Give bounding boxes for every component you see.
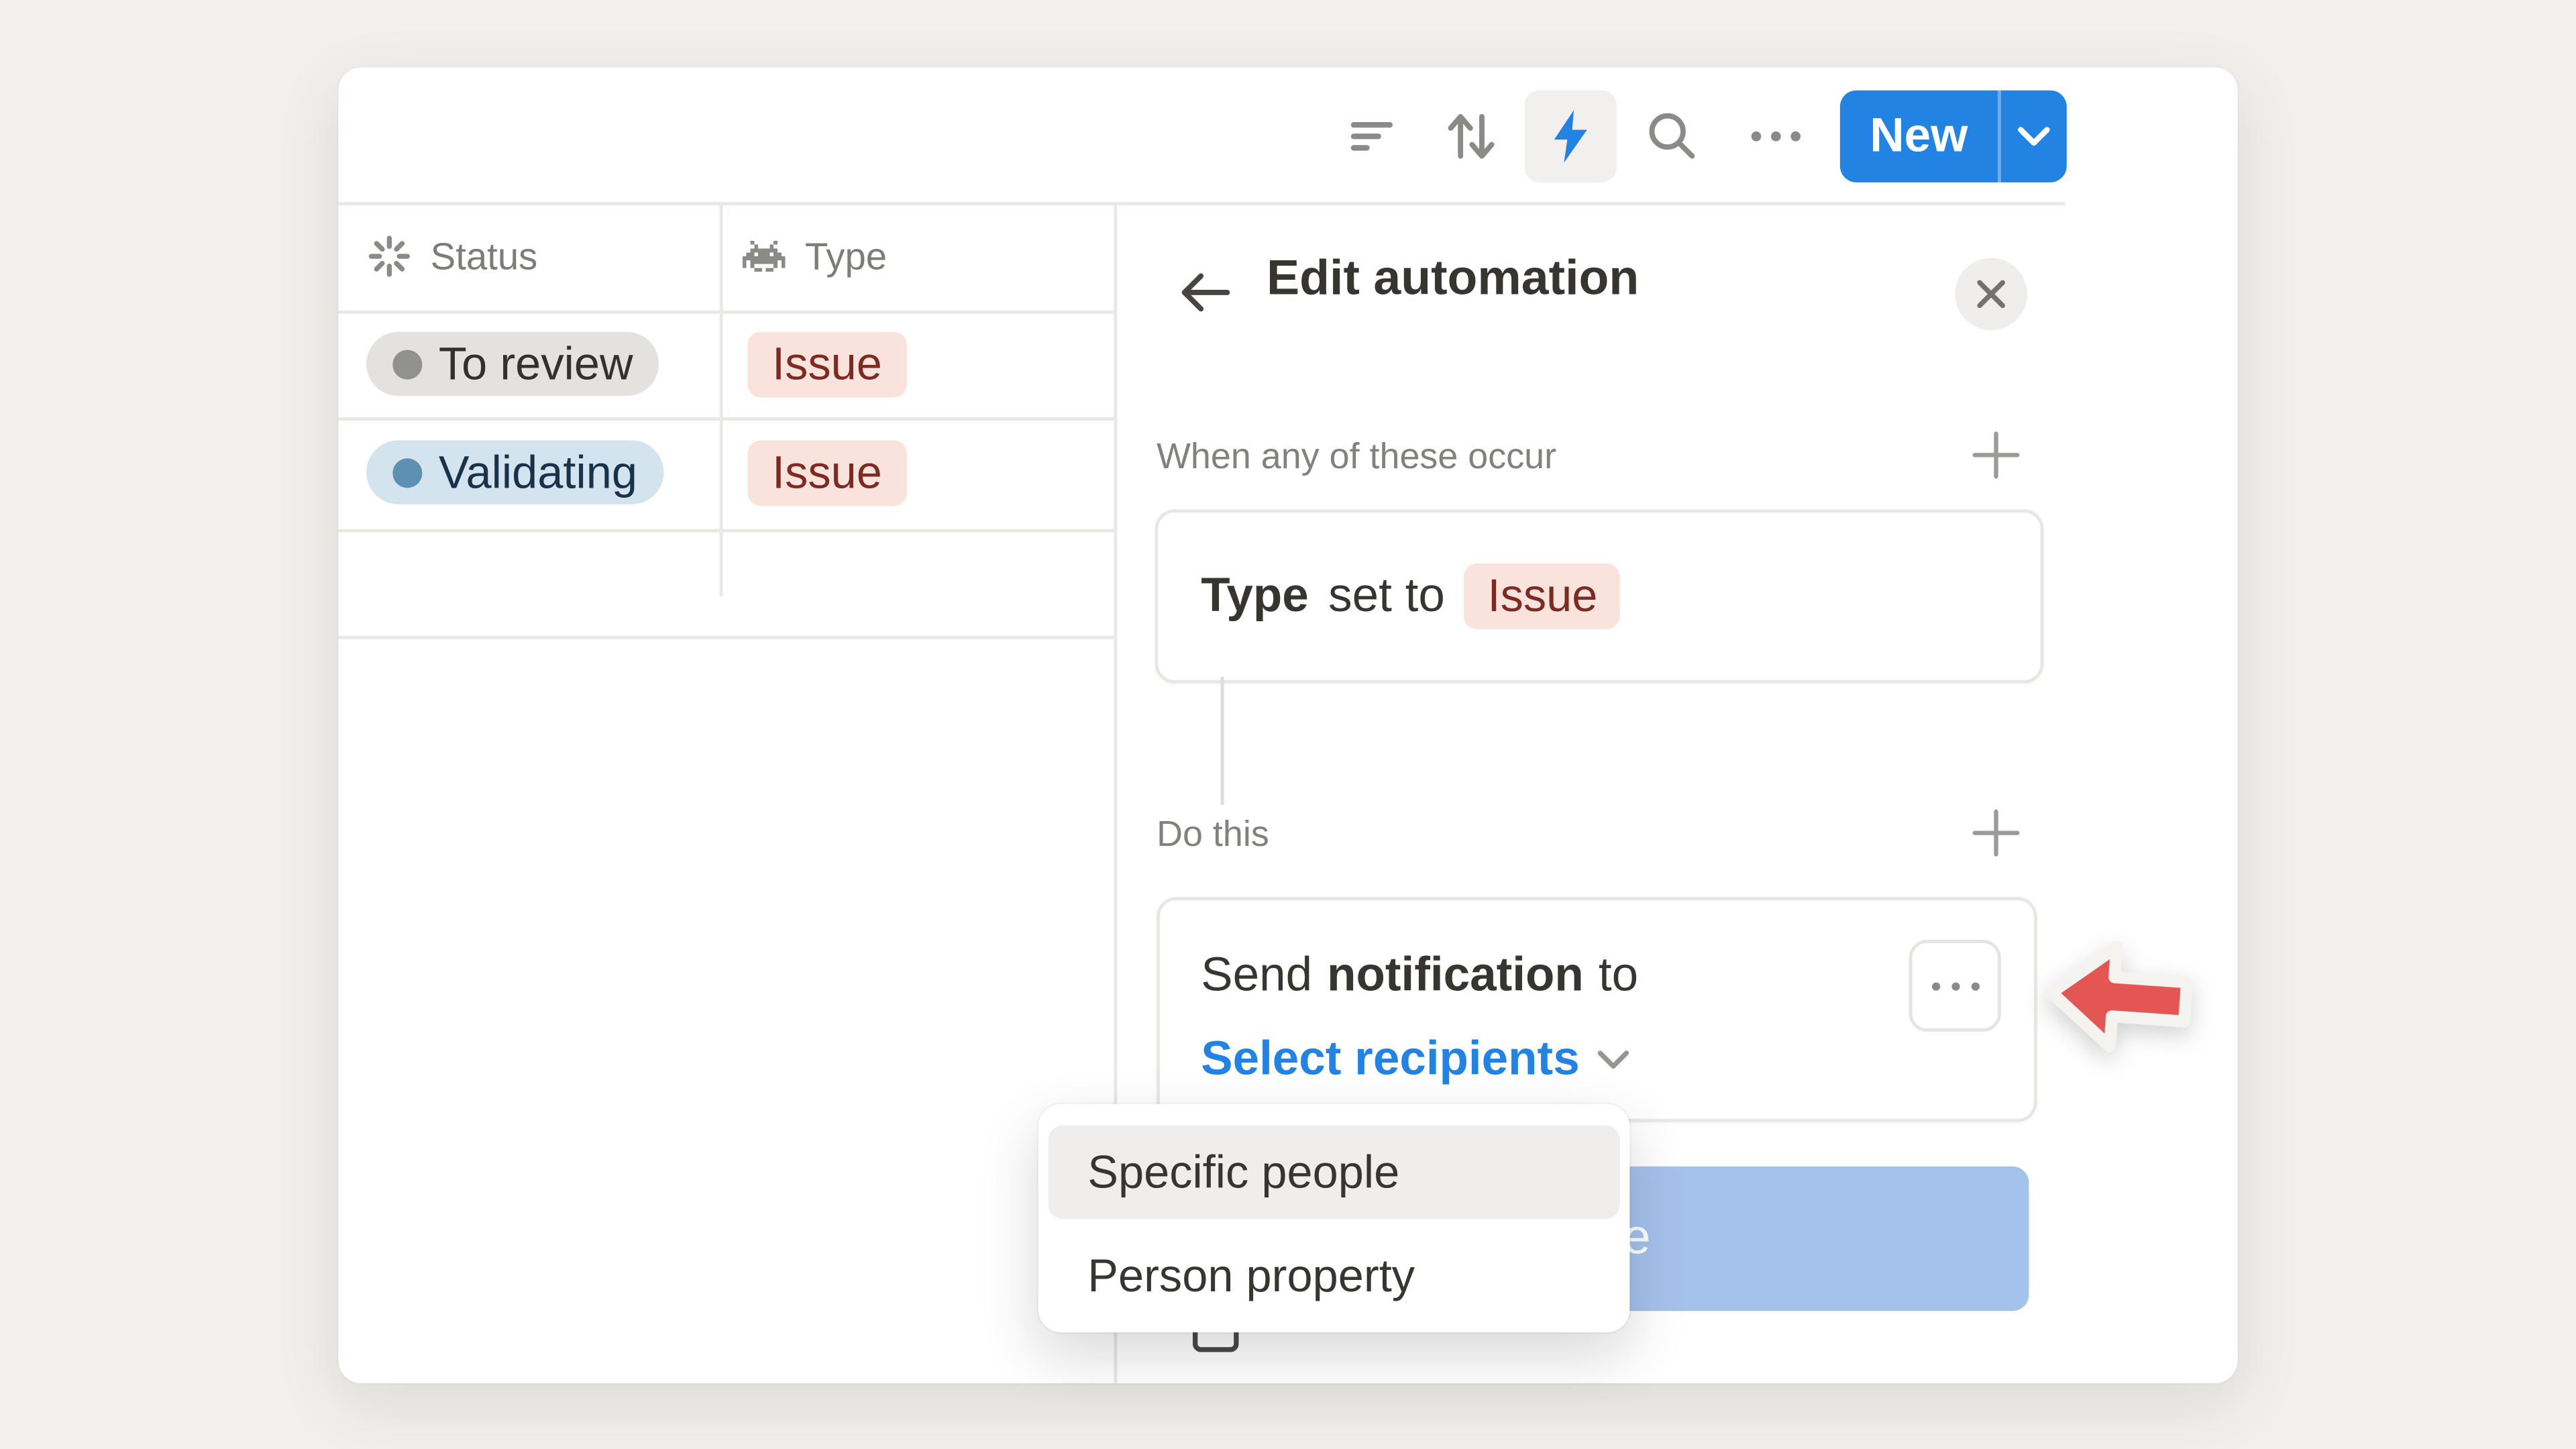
row-border <box>338 311 1115 314</box>
select-recipients-label: Select recipients <box>1201 1033 1579 1087</box>
page: New Status <box>0 0 2576 1449</box>
space-invader-icon <box>743 240 786 273</box>
lightning-icon[interactable] <box>1525 91 1617 182</box>
status-pill[interactable]: To review <box>366 332 659 396</box>
dropdown-item-label: Specific people <box>1087 1146 1399 1198</box>
trigger-description: Type set to Issue <box>1201 513 1621 680</box>
column-border <box>720 202 723 596</box>
chevron-down-icon <box>1596 1050 1629 1071</box>
status-label: To review <box>439 337 633 390</box>
type-tag[interactable]: Issue <box>747 440 906 506</box>
sort-icon[interactable] <box>1424 91 1516 182</box>
close-icon <box>1975 278 2008 311</box>
type-label: Issue <box>772 447 882 499</box>
action-card[interactable]: Send notification to Select recipients <box>1157 897 2037 1122</box>
dropdown-item-label: Person property <box>1087 1249 1415 1301</box>
database-window: New Status <box>338 67 2237 1383</box>
status-dot <box>392 349 422 378</box>
action-description: Send notification to <box>1201 950 1638 1004</box>
search-icon[interactable] <box>1626 91 1718 182</box>
filter-icon[interactable] <box>1326 91 1417 182</box>
status-spinner-icon <box>368 235 411 278</box>
type-tag[interactable]: Issue <box>747 332 906 398</box>
row-border <box>338 417 1115 421</box>
dropdown-item-specific-people[interactable]: Specific people <box>1048 1126 1619 1220</box>
trigger-section-label: When any of these occur <box>1157 435 1556 478</box>
hidden-option-icon <box>1193 1329 1239 1352</box>
new-button-label: New <box>1840 109 1998 164</box>
trigger-value-tag[interactable]: Issue <box>1464 564 1621 629</box>
type-label: Issue <box>772 338 882 390</box>
close-button[interactable] <box>1955 258 2027 330</box>
back-button[interactable] <box>1176 263 1235 322</box>
chevron-down-icon[interactable] <box>2001 125 2067 148</box>
status-pill[interactable]: Validating <box>366 440 663 504</box>
status-dot <box>392 458 422 487</box>
dropdown-item-person-property[interactable]: Person property <box>1048 1229 1619 1323</box>
status-label: Validating <box>439 446 637 498</box>
column-header-label: Type <box>805 234 887 278</box>
column-header-type[interactable]: Type <box>743 202 1071 311</box>
row-border <box>338 636 1115 639</box>
action-more-button[interactable] <box>1909 940 2001 1032</box>
panel-title: Edit automation <box>1267 252 1639 307</box>
action-type: notification <box>1327 950 1584 1004</box>
column-header-status[interactable]: Status <box>368 202 697 311</box>
new-button[interactable]: New <box>1840 91 2067 182</box>
column-header-label: Status <box>431 234 538 278</box>
flow-connector <box>1221 677 1224 805</box>
trigger-card[interactable]: Type set to Issue <box>1155 509 2044 684</box>
annotation-arrow-icon <box>2044 934 2195 1067</box>
trigger-property: Type <box>1201 570 1309 624</box>
action-suffix: to <box>1599 950 1638 1004</box>
action-section-label: Do this <box>1157 813 1269 856</box>
row-border <box>338 529 1115 533</box>
trigger-verb: set to <box>1328 570 1445 624</box>
recipients-dropdown: Specific people Person property <box>1038 1104 1630 1332</box>
action-prefix: Send <box>1201 950 1312 1004</box>
select-recipients-link[interactable]: Select recipients <box>1201 1033 1629 1087</box>
ellipsis-icon[interactable] <box>1730 91 1822 182</box>
add-trigger-button[interactable] <box>1972 431 2021 480</box>
add-action-button[interactable] <box>1972 808 2021 857</box>
